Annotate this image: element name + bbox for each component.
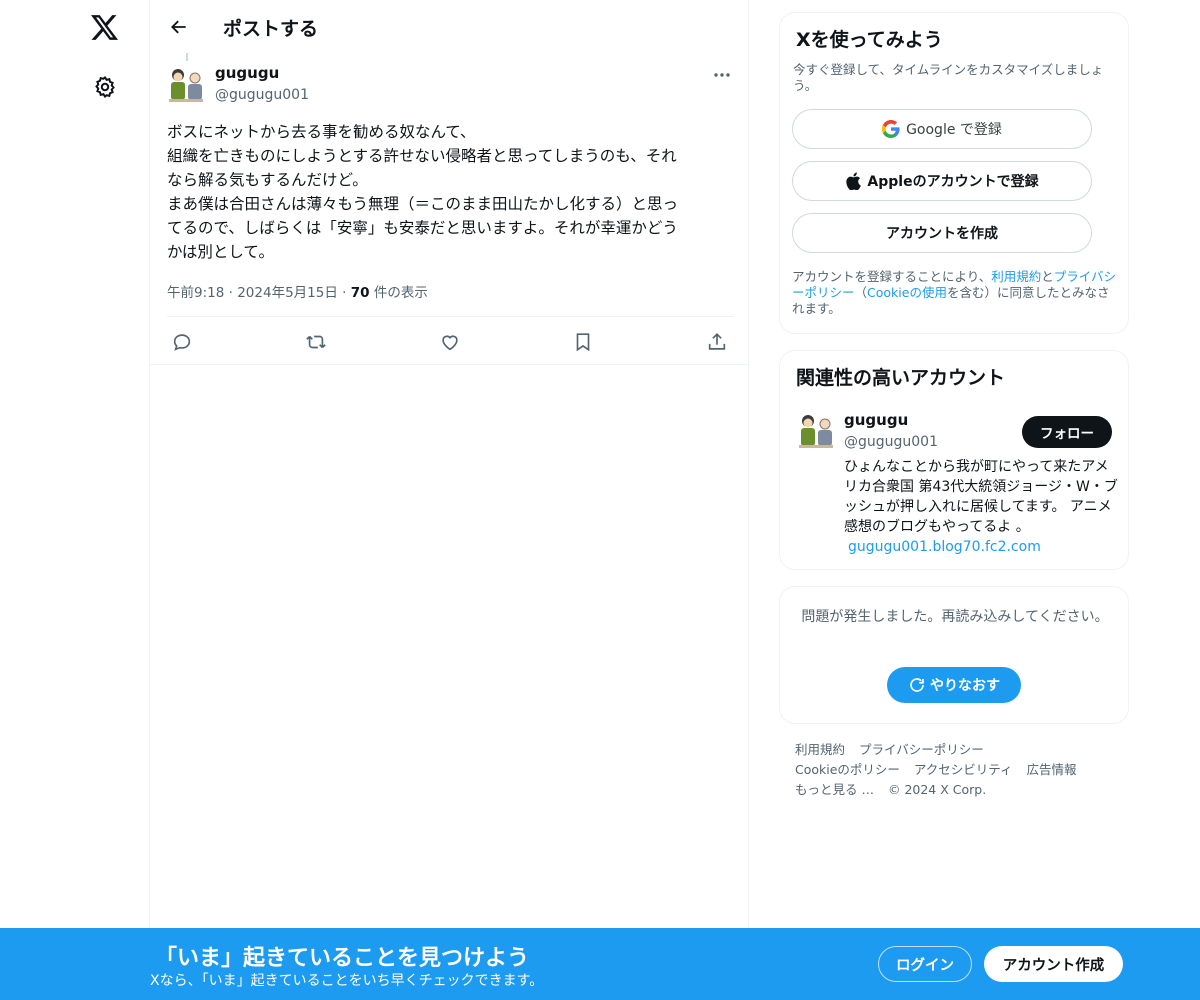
refresh-icon xyxy=(910,678,924,692)
footer-link-more[interactable]: もっと見る … xyxy=(795,782,874,797)
bottom-signup-bar: 「いま」起きていることを見つけよう Xなら、「いま」起きていることをいち早くチェ… xyxy=(0,928,1200,1000)
create-account-label: アカウントを作成 xyxy=(886,226,998,242)
repost-button[interactable] xyxy=(303,329,329,355)
copyright: © 2024 X Corp. xyxy=(887,782,987,797)
retry-button[interactable]: やりなおす xyxy=(887,667,1021,703)
bottom-bar-subtitle: Xなら、「いま」起きていることをいち早くチェックできます。 xyxy=(150,973,544,989)
related-bio-link[interactable]: gugugu001.blog70.fc2.com xyxy=(848,539,1041,555)
more-button[interactable] xyxy=(708,64,736,86)
bookmark-button[interactable] xyxy=(570,329,596,355)
post-text: ボスにネットから去る事を勧める奴なんて、 組織を亡きものにしようとする許せない侵… xyxy=(167,120,733,264)
legal-paren: （ xyxy=(854,285,868,300)
terms-link[interactable]: 利用規約 xyxy=(991,269,1041,284)
page-title: ポストする xyxy=(223,18,319,40)
legal-and: と xyxy=(1041,269,1054,284)
footer-link-privacy[interactable]: プライバシーポリシー xyxy=(859,742,984,757)
avatar[interactable] xyxy=(166,65,206,105)
back-button[interactable] xyxy=(162,10,196,44)
reply-icon xyxy=(173,334,191,351)
gear-icon[interactable] xyxy=(85,67,125,107)
post-text-line: なら解る気もするんだけど。 xyxy=(167,171,368,189)
google-signup-label: Google で登録 xyxy=(906,122,1002,138)
legal-prefix: アカウントを登録することにより、 xyxy=(792,269,992,284)
retry-label: やりなおす xyxy=(930,678,1000,694)
legal-text: アカウントを登録することにより、利用規約とプライバシーポリシー（Cookieの使… xyxy=(792,269,1120,317)
post-text-line: まあ僕は合田さんは薄々もう無理（＝このまま田山たかし化する）と思っ xyxy=(167,195,679,213)
related-bio: ひょんなことから我が町にやって来たアメリカ合衆国 第43代大統領ジョージ・W・ブ… xyxy=(844,457,1118,557)
author-name[interactable]: gugugu xyxy=(215,64,279,82)
footer-links: 利用規約 プライバシーポリシー Cookieのポリシー アクセシビリティ 広告情… xyxy=(795,740,1125,800)
divider xyxy=(150,364,750,365)
related-handle[interactable]: @gugugu001 xyxy=(844,434,938,450)
error-card: 問題が発生しました。再読み込みしてください。 やりなおす xyxy=(779,586,1129,724)
signup-title: Xを使ってみよう xyxy=(796,29,943,51)
google-logo-icon xyxy=(882,120,900,138)
thread-line xyxy=(186,53,188,61)
post-text-line: かは別として。 xyxy=(167,243,274,261)
follow-button[interactable]: フォロー xyxy=(1022,416,1112,448)
post-date[interactable]: 2024年5月15日 xyxy=(237,285,338,301)
arrow-left-icon xyxy=(171,20,186,34)
post-actions xyxy=(167,316,734,364)
more-dots-icon xyxy=(714,73,730,77)
google-signup-button[interactable]: Google で登録 xyxy=(792,109,1092,149)
apple-logo-icon xyxy=(846,172,862,190)
view-count: 70 xyxy=(350,285,370,301)
share-icon xyxy=(708,333,726,350)
related-accounts-card: 関連性の高いアカウント gugugu @gugugu001 フォロー ひょんなこ… xyxy=(779,350,1129,570)
footer-link-terms[interactable]: 利用規約 xyxy=(795,742,845,757)
footer-link-ads[interactable]: 広告情報 xyxy=(1027,762,1077,777)
error-message: 問題が発生しました。再読み込みしてください。 xyxy=(801,609,1109,625)
signup-button[interactable]: アカウント作成 xyxy=(984,946,1123,982)
post-text-line: 組織を亡きものにしようとする許せない侵略者と思ってしまうのも、それ xyxy=(167,147,677,165)
like-icon xyxy=(442,335,458,351)
meta-separator: · xyxy=(342,285,351,301)
view-label: 件の表示 xyxy=(373,285,428,301)
apple-signup-label: Appleのアカウントで登録 xyxy=(867,174,1039,190)
related-title: 関連性の高いアカウント xyxy=(796,367,1006,389)
login-button[interactable]: ログイン xyxy=(878,946,972,982)
author-handle[interactable]: @gugugu001 xyxy=(215,87,309,103)
signup-card: Xを使ってみよう 今すぐ登録して、タイムラインをカスタマイズしましょう。 Goo… xyxy=(779,12,1129,334)
footer-link-cookie[interactable]: Cookieのポリシー xyxy=(795,762,900,777)
share-button[interactable] xyxy=(704,329,730,355)
x-logo-icon[interactable] xyxy=(85,8,125,48)
page-header: ポストする xyxy=(150,0,750,53)
related-name[interactable]: gugugu xyxy=(844,411,908,429)
repost-icon xyxy=(306,335,326,349)
reply-button[interactable] xyxy=(169,329,195,355)
post-text-line: てるので、しばらくは「安寧」も安泰だと思いますよ。それが幸運かどう xyxy=(167,219,678,237)
signup-subtitle: 今すぐ登録して、タイムラインをカスタマイズしましょう。 xyxy=(793,62,1104,93)
left-nav xyxy=(60,0,150,1000)
cookie-link[interactable]: Cookieの使用 xyxy=(867,285,947,300)
post-time[interactable]: 午前9:18 xyxy=(167,285,224,301)
post-text-line: ボスにネットから去る事を勧める奴なんて、 xyxy=(167,123,476,141)
footer-link-accessibility[interactable]: アクセシビリティ xyxy=(914,762,1013,777)
bottom-bar-title: 「いま」起きていることを見つけよう xyxy=(155,946,530,971)
apple-signup-button[interactable]: Appleのアカウントで登録 xyxy=(792,161,1092,201)
post-meta: 午前9:18 · 2024年5月15日 · 70 件の表示 xyxy=(167,281,428,301)
related-bio-text: ひょんなことから我が町にやって来たアメリカ合衆国 第43代大統領ジョージ・W・ブ… xyxy=(844,459,1118,535)
main-column: ポストする gugugu @gugugu001 ボスにネットから去る事を勧める奴… xyxy=(149,0,750,1000)
bookmark-icon xyxy=(576,333,590,352)
meta-separator: · xyxy=(228,285,238,301)
like-button[interactable] xyxy=(437,329,463,355)
related-avatar[interactable] xyxy=(796,411,836,451)
create-account-button[interactable]: アカウントを作成 xyxy=(792,213,1092,253)
